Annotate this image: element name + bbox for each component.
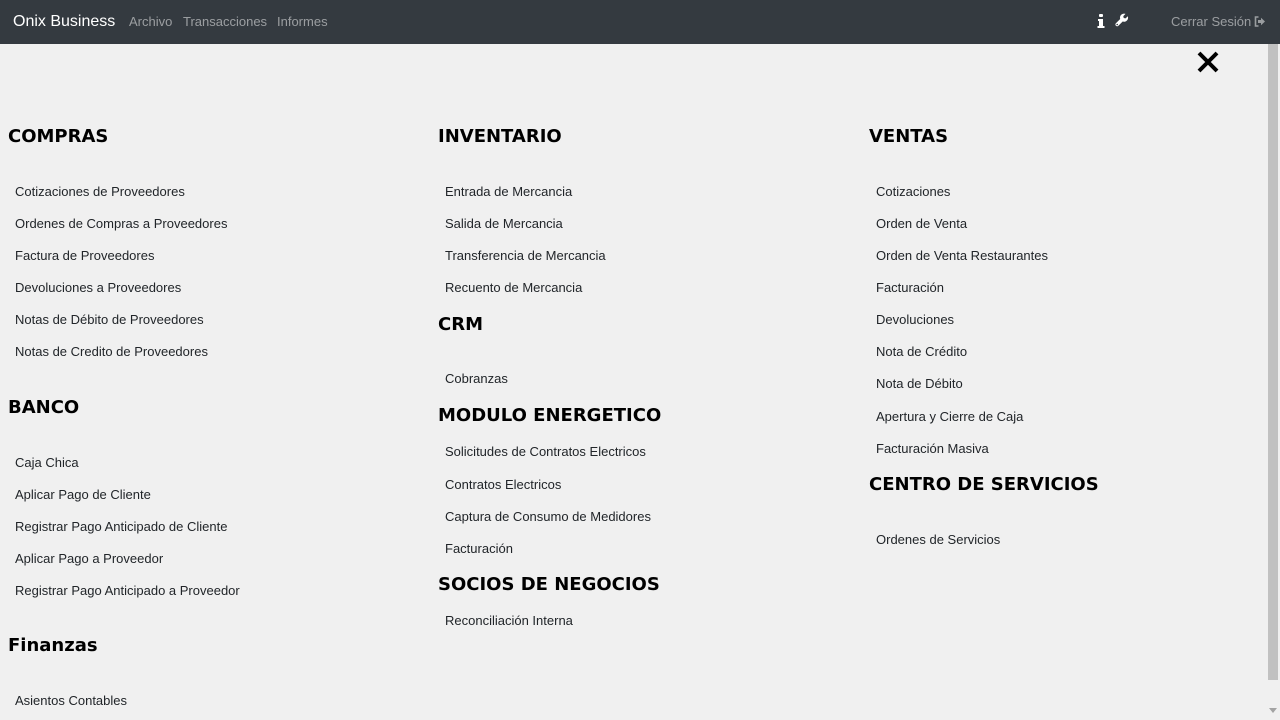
menu-item-notas-credito-proveedores[interactable]: Notas de Credito de Proveedores bbox=[15, 344, 208, 360]
menu-item-nota-debito[interactable]: Nota de Débito bbox=[876, 376, 963, 392]
menu-item-ordenes-servicios[interactable]: Ordenes de Servicios bbox=[876, 532, 1000, 548]
section-title-compras: COMPRAS bbox=[8, 126, 109, 147]
menu-item-pago-anticipado-cliente[interactable]: Registrar Pago Anticipado de Cliente bbox=[15, 519, 227, 535]
menu-item-notas-debito-proveedores[interactable]: Notas de Débito de Proveedores bbox=[15, 312, 204, 328]
menu-item-facturacion-masiva[interactable]: Facturación Masiva bbox=[876, 441, 989, 457]
menu-item-cotizaciones[interactable]: Cotizaciones bbox=[876, 184, 950, 200]
scrollbar-thumb[interactable] bbox=[1268, 44, 1278, 680]
menu-item-devoluciones-proveedores[interactable]: Devoluciones a Proveedores bbox=[15, 280, 181, 296]
menu-item-asientos-contables[interactable]: Asientos Contables bbox=[15, 693, 127, 709]
menu-item-aplicar-pago-proveedor[interactable]: Aplicar Pago a Proveedor bbox=[15, 551, 163, 567]
section-title-ventas: VENTAS bbox=[869, 126, 949, 147]
menu-item-caja-chica[interactable]: Caja Chica bbox=[15, 455, 79, 471]
logout-label: Cerrar Sesión bbox=[1171, 14, 1252, 29]
nav-link-transacciones[interactable]: Transacciones bbox=[183, 14, 267, 30]
section-title-socios-negocios: SOCIOS DE NEGOCIOS bbox=[438, 574, 660, 595]
section-title-finanzas: Finanzas bbox=[8, 635, 98, 656]
nav-link-archivo[interactable]: Archivo bbox=[129, 14, 172, 30]
menu-item-facturacion[interactable]: Facturación bbox=[876, 280, 944, 296]
menu-item-pago-anticipado-proveedor[interactable]: Registrar Pago Anticipado a Proveedor bbox=[15, 583, 240, 599]
menu-item-orden-venta[interactable]: Orden de Venta bbox=[876, 216, 967, 232]
page-scrollbar[interactable] bbox=[1267, 44, 1280, 720]
section-title-crm: CRM bbox=[438, 314, 483, 335]
brand-logo-text[interactable]: Onix Business bbox=[13, 12, 115, 32]
menu-item-facturacion-energetico[interactable]: Facturación bbox=[445, 541, 513, 557]
menu-item-salida-mercancia[interactable]: Salida de Mercancia bbox=[445, 216, 563, 232]
wrench-icon[interactable] bbox=[1115, 13, 1129, 29]
logout-link[interactable]: Cerrar Sesión bbox=[1171, 14, 1266, 30]
section-title-inventario: INVENTARIO bbox=[438, 126, 562, 147]
menu-item-nota-credito[interactable]: Nota de Crédito bbox=[876, 344, 967, 360]
info-icon[interactable] bbox=[1096, 13, 1110, 29]
menu-item-entrada-mercancia[interactable]: Entrada de Mercancia bbox=[445, 184, 572, 200]
menu-item-cotizaciones-proveedores[interactable]: Cotizaciones de Proveedores bbox=[15, 184, 185, 200]
top-navbar: Onix Business Archivo Transacciones Info… bbox=[0, 0, 1280, 44]
menu-item-devoluciones[interactable]: Devoluciones bbox=[876, 312, 954, 328]
menu-item-solicitudes-contratos[interactable]: Solicitudes de Contratos Electricos bbox=[445, 444, 646, 460]
sign-out-icon bbox=[1254, 16, 1266, 27]
menu-item-captura-consumo[interactable]: Captura de Consumo de Medidores bbox=[445, 509, 651, 525]
menu-item-ordenes-compras[interactable]: Ordenes de Compras a Proveedores bbox=[15, 216, 227, 232]
menu-item-orden-venta-restaurantes[interactable]: Orden de Venta Restaurantes bbox=[876, 248, 1048, 264]
nav-link-informes[interactable]: Informes bbox=[277, 14, 328, 30]
menu-item-aplicar-pago-cliente[interactable]: Aplicar Pago de Cliente bbox=[15, 487, 151, 503]
menu-item-cobranzas[interactable]: Cobranzas bbox=[445, 371, 508, 387]
section-title-centro-servicios: CENTRO DE SERVICIOS bbox=[869, 474, 1099, 495]
section-title-banco: BANCO bbox=[8, 397, 80, 418]
menu-item-recuento-mercancia[interactable]: Recuento de Mercancia bbox=[445, 280, 582, 296]
menu-item-factura-proveedores[interactable]: Factura de Proveedores bbox=[15, 248, 154, 264]
close-icon[interactable] bbox=[1196, 50, 1220, 74]
scrollbar-down-arrow-icon[interactable] bbox=[1269, 708, 1277, 713]
menu-item-transferencia-mercancia[interactable]: Transferencia de Mercancia bbox=[445, 248, 606, 264]
menu-item-reconciliacion-interna[interactable]: Reconciliación Interna bbox=[445, 613, 573, 629]
menu-item-apertura-cierre-caja[interactable]: Apertura y Cierre de Caja bbox=[876, 409, 1023, 425]
menu-item-contratos-electricos[interactable]: Contratos Electricos bbox=[445, 477, 561, 493]
section-title-modulo-energetico: MODULO ENERGETICO bbox=[438, 405, 662, 426]
